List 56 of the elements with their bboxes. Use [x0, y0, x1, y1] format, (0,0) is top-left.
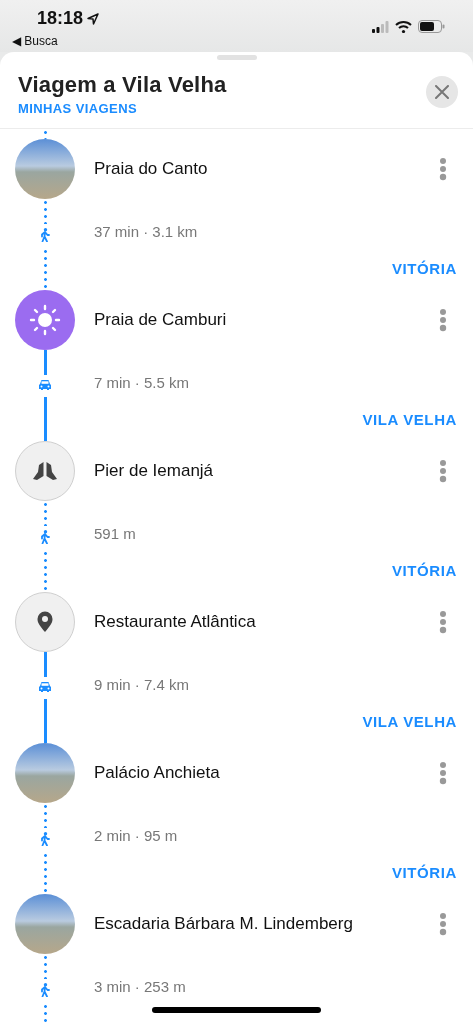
walking-person-icon — [39, 228, 51, 242]
region-link[interactable]: VITÓRIA — [391, 562, 457, 579]
region-link[interactable]: VITÓRIA — [391, 260, 457, 277]
travel-time-distance: 3 min · 253 m — [93, 978, 186, 995]
route-line — [43, 199, 47, 224]
car-icon — [38, 379, 52, 391]
sun-icon — [15, 290, 75, 350]
route-line — [43, 397, 47, 441]
trip-title: Viagem a Vila Velha — [18, 72, 227, 98]
place-name: Restaurante Atlântica — [93, 612, 257, 632]
route-line — [43, 248, 47, 290]
route-line — [43, 954, 47, 979]
travel-time-distance: 591 m — [93, 525, 136, 542]
walking-person-icon — [39, 983, 51, 997]
region-link[interactable]: VILA VELHA — [362, 713, 457, 730]
status-time: 18:18 — [37, 8, 84, 29]
travel-time-distance: 9 min · 7.4 km — [93, 676, 190, 693]
travel-time-distance: 37 min · 3.1 km — [93, 223, 198, 240]
vertical-dots-icon — [439, 308, 447, 332]
region-link[interactable]: VITÓRIA — [391, 864, 457, 881]
wifi-icon — [395, 20, 412, 33]
place-name: Praia do Canto — [93, 159, 209, 179]
vertical-dots-icon — [439, 912, 447, 936]
place-name: Escadaria Bárbara M. Lindemberg — [93, 914, 354, 934]
signal-icon — [372, 20, 389, 33]
route-line — [43, 501, 47, 526]
vertical-dots-icon — [439, 761, 447, 785]
travel-time-distance: 2 min · 95 m — [93, 827, 178, 844]
praying-hands-icon — [15, 441, 75, 501]
walking-person-icon — [39, 530, 51, 544]
travel-time-distance: 7 min · 5.5 km — [93, 374, 190, 391]
battery-icon — [418, 20, 445, 33]
vertical-dots-icon — [439, 157, 447, 181]
place-name: Palácio Anchieta — [93, 763, 221, 783]
photo-placeholder — [15, 139, 75, 199]
region-link[interactable]: VILA VELHA — [362, 411, 457, 428]
place-name: Praia de Camburi — [93, 310, 228, 330]
route-line — [43, 550, 47, 592]
location-arrow-icon — [87, 12, 100, 25]
walking-person-icon — [39, 832, 51, 846]
car-icon — [38, 681, 52, 693]
photo-placeholder — [15, 894, 75, 954]
route-line — [43, 350, 47, 375]
my-trips-link[interactable]: MINHAS VIAGENS — [18, 101, 137, 116]
close-icon — [435, 85, 449, 99]
vertical-dots-icon — [439, 459, 447, 483]
photo-placeholder — [15, 743, 75, 803]
route-line — [43, 699, 47, 743]
close-button[interactable] — [426, 76, 458, 108]
back-link[interactable]: ◀ Busca — [12, 34, 58, 48]
route-line — [43, 803, 47, 828]
place-name: Pier de Iemanjá — [93, 461, 215, 481]
route-line — [43, 652, 47, 677]
vertical-dots-icon — [439, 610, 447, 634]
map-pin-icon — [15, 592, 75, 652]
route-line — [43, 852, 47, 894]
